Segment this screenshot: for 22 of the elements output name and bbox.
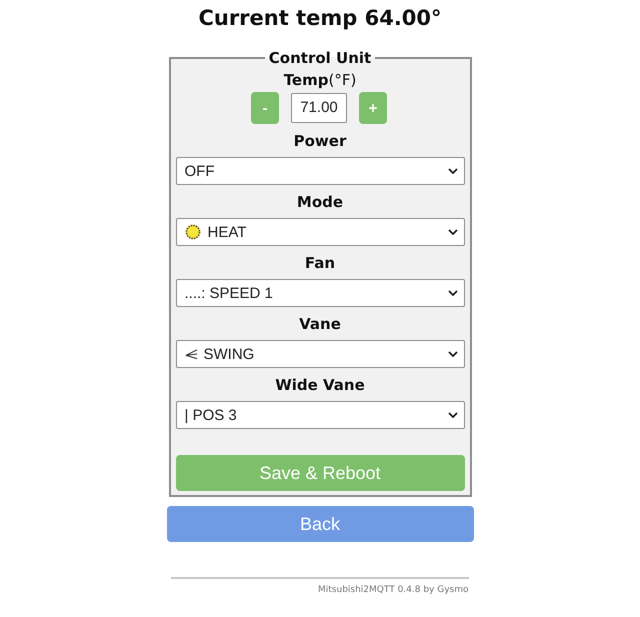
field-label: Fan [304,253,336,273]
select-field[interactable]: OFF [176,157,464,185]
select-field[interactable]: SWING [176,340,464,368]
temp-input[interactable]: 71.00 [291,93,347,123]
chevron-down-icon [448,351,458,357]
chevron-down-icon [448,412,458,418]
select-field[interactable]: | POS 3 [176,401,464,429]
version-footer: Mitsubishi2MQTT 0.4.8 by Gysmo [166,584,474,596]
sun-icon [184,224,200,240]
field-label: Temp(°F) [282,70,358,90]
select-field[interactable]: ....: SPEED 1 [176,279,464,307]
chevron-down-icon [448,229,458,235]
chevron-down-icon [448,290,458,296]
chevron-down-icon [448,168,458,174]
panel-legend: Control Unit [264,49,376,67]
page-heading: Current temp 64.00° [197,5,443,31]
field-label: Wide Vane [274,375,366,395]
select-field[interactable]: HEAT [176,218,464,246]
field-label: Vane [298,314,342,334]
field-label: Power [292,131,348,151]
field-label: Mode [296,192,344,212]
diverging-lines-icon [184,348,198,360]
